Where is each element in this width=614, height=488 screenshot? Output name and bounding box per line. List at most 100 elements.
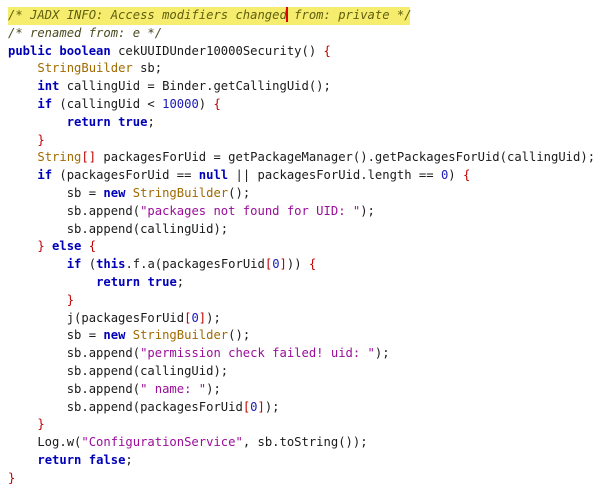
code-token: ( (81, 257, 97, 272)
code-line[interactable]: } (8, 416, 614, 434)
code-token: { (462, 168, 471, 183)
code-editor[interactable]: /* JADX INFO: Access modifiers changed f… (0, 0, 614, 485)
code-token: callingUid = Binder.getCallingUid(); (59, 79, 331, 94)
code-token: sb; (132, 61, 163, 76)
code-token: ] (257, 399, 265, 414)
code-lines[interactable]: /* renamed from: e */ public boolean cekU… (8, 25, 614, 488)
code-line[interactable]: Log.w("ConfigurationService", sb.toStrin… (8, 434, 614, 452)
code-token: (callingUid < (52, 96, 163, 111)
code-token: sb.append( (8, 381, 141, 396)
code-line[interactable]: if (packagesForUid == null || packagesFo… (8, 167, 614, 185)
code-token: true (147, 274, 177, 289)
code-line[interactable]: } else { (8, 238, 614, 256)
code-line[interactable]: return true; (8, 274, 614, 292)
code-line[interactable]: if (this.f.a(packagesForUid[0])) { (8, 256, 614, 274)
code-token: else (52, 239, 82, 254)
code-token: ); (206, 381, 221, 396)
code-line[interactable]: sb.append(callingUid); (8, 221, 614, 239)
code-token: )) (286, 257, 309, 272)
code-line[interactable]: sb.append("packages not found for UID: "… (8, 203, 614, 221)
code-token: return (37, 452, 82, 467)
code-line[interactable]: return false; (8, 452, 614, 470)
code-token: .f.a(packagesForUid (125, 257, 265, 272)
code-token: , sb.toString()); (242, 435, 368, 450)
code-token: StringBuilder (132, 185, 229, 200)
code-token: /* renamed from: e */ (8, 25, 163, 40)
code-token: sb = (8, 328, 104, 343)
code-token: { (323, 43, 331, 58)
code-line[interactable]: /* renamed from: e */ (8, 25, 614, 43)
code-token: ); (264, 399, 280, 414)
code-token: if (37, 96, 53, 111)
code-token: sb = (8, 185, 104, 200)
code-line[interactable]: public boolean cekUUIDUnder10000Security… (8, 43, 614, 61)
code-line[interactable]: sb.append(packagesForUid[0]); (8, 399, 614, 417)
code-token: Log.w( (8, 435, 82, 450)
code-line[interactable]: return true; (8, 114, 614, 132)
code-line[interactable]: } (8, 132, 614, 150)
code-token: sb.append( (8, 346, 141, 361)
code-token: "ConfigurationService" (81, 435, 243, 450)
code-token: new (103, 328, 126, 343)
code-token: return (96, 274, 141, 289)
highlighted-comment-line[interactable]: /* JADX INFO: Access modifiers changed f… (8, 7, 412, 25)
code-token: cekUUIDUnder10000Security() (110, 43, 324, 58)
code-token: ; (147, 114, 155, 129)
code-token: sb.append( (8, 203, 141, 218)
code-token: ); (206, 310, 221, 325)
code-line[interactable]: sb.append(" name: "); (8, 381, 614, 399)
code-token: ; (125, 452, 133, 467)
code-line[interactable]: sb.append("permission check failed! uid:… (8, 345, 614, 363)
code-token: } (66, 292, 75, 307)
code-token: ; (176, 274, 185, 289)
code-token: boolean (59, 43, 111, 58)
code-token: packagesForUid = getPackageManager().get… (96, 150, 596, 165)
code-line[interactable]: sb.append(callingUid); (8, 363, 614, 381)
code-token: } (37, 132, 45, 147)
code-token: StringBuilder (37, 61, 133, 76)
code-token: if (66, 257, 82, 272)
code-token: ] (279, 257, 287, 272)
comment-text: /* JADX INFO: Access modifiers changed (8, 8, 287, 22)
code-token: { (308, 257, 317, 272)
code-line[interactable]: } (8, 292, 614, 310)
code-token: 0 (272, 257, 280, 272)
code-token: "packages not found for UID: " (140, 203, 361, 218)
code-token: ) (198, 96, 214, 111)
code-line[interactable]: sb = new StringBuilder(); (8, 185, 614, 203)
code-token: } (37, 417, 45, 432)
code-token: } (37, 239, 45, 254)
code-token: "permission check failed! uid: " (140, 346, 375, 361)
code-line[interactable]: int callingUid = Binder.getCallingUid(); (8, 78, 614, 96)
code-line[interactable]: } (8, 470, 614, 488)
code-line[interactable]: String[] packagesForUid = getPackageMana… (8, 149, 614, 167)
code-token: 0 (250, 399, 258, 414)
code-token: null (198, 168, 229, 183)
code-token: || packagesForUid.length == (228, 168, 441, 183)
code-token: } (8, 470, 16, 485)
code-line[interactable]: StringBuilder sb; (8, 60, 614, 78)
code-token: true (118, 114, 148, 129)
code-token: StringBuilder (132, 328, 229, 343)
code-token: ) (448, 168, 463, 183)
code-token: { (88, 239, 97, 254)
code-token: 0 (191, 310, 199, 325)
code-line[interactable]: j(packagesForUid[0]); (8, 310, 614, 328)
code-line[interactable]: if (callingUid < 10000) { (8, 96, 614, 114)
code-token: ); (374, 346, 390, 361)
code-line[interactable]: sb = new StringBuilder(); (8, 327, 614, 345)
